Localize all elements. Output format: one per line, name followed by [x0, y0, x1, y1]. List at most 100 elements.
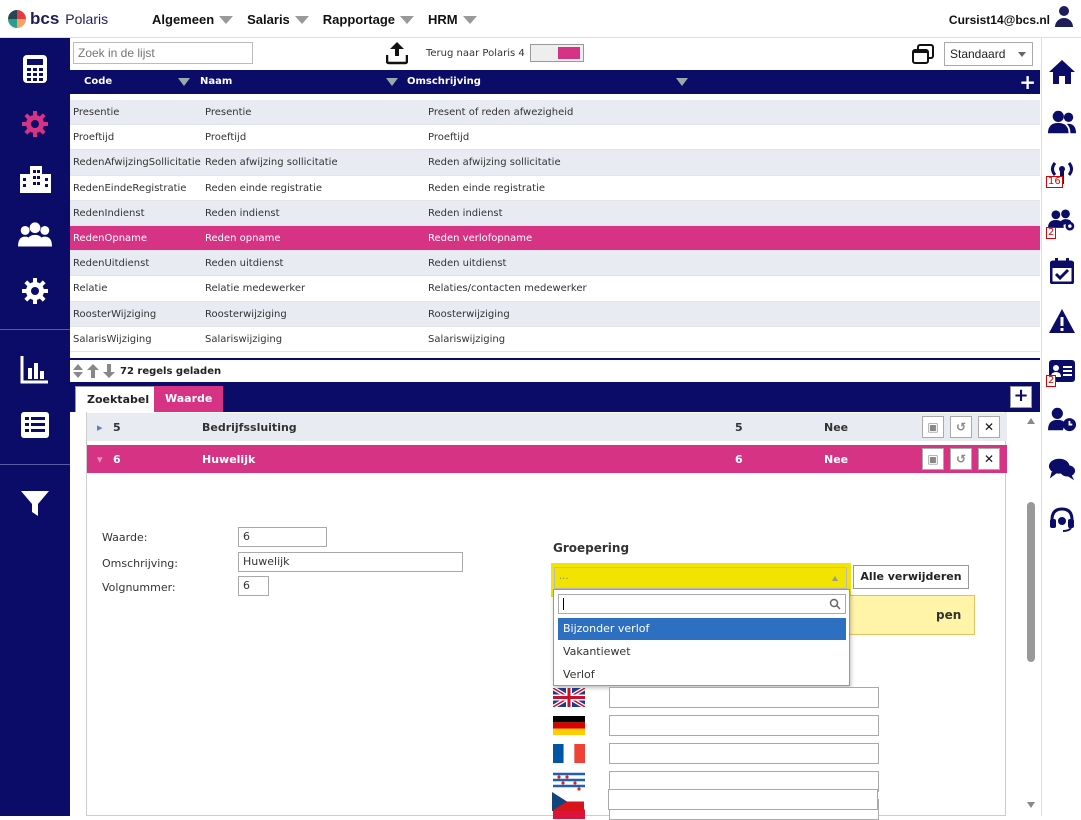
close-button[interactable]: ✕	[978, 416, 1000, 438]
rows-loaded-status: 72 regels geladen	[120, 366, 222, 377]
chevron-up-icon	[832, 576, 838, 581]
detail-scrollbar[interactable]	[1024, 414, 1038, 814]
menu-algemeen[interactable]: Algemeen	[152, 12, 234, 27]
warning-icon[interactable]	[1048, 307, 1076, 335]
collapse-icon[interactable]: ▾	[97, 453, 103, 466]
menu-rapportage[interactable]: Rapportage	[323, 12, 415, 27]
column-omschrijving[interactable]: Omschrijving	[407, 76, 481, 87]
dropdown-option[interactable]: Verlof	[558, 664, 846, 686]
calculator-icon[interactable]	[18, 52, 52, 86]
save-button[interactable]: ▣	[922, 448, 944, 470]
expand-icon[interactable]: ▸	[97, 421, 103, 434]
chevron-down-icon	[294, 15, 309, 24]
filter-icon[interactable]	[18, 486, 52, 520]
volgnummer-input[interactable]: 6	[238, 576, 269, 596]
dropdown-search-input[interactable]	[558, 594, 846, 614]
nav-divider	[0, 329, 70, 330]
alle-verwijderen-button[interactable]: Alle verwijderen	[853, 565, 969, 589]
users-icon[interactable]	[1048, 108, 1076, 136]
table-row[interactable]: RedenUitdienst Reden uitdienst Reden uitdi…	[70, 251, 1040, 277]
chat-icon[interactable]	[1048, 455, 1076, 483]
users-icon[interactable]	[18, 217, 52, 251]
upload-icon[interactable]	[385, 41, 409, 65]
czech-flag-icon	[552, 792, 584, 811]
add-tab-button[interactable]: +	[1010, 386, 1032, 408]
home-icon[interactable]	[1048, 58, 1076, 86]
table-row[interactable]: Presentie Presentie Present of reden afwez…	[70, 100, 1040, 126]
undo-button[interactable]: ↺	[950, 416, 972, 438]
close-button[interactable]: ✕	[978, 448, 1000, 470]
tab-waarde[interactable]: Waarde	[154, 386, 224, 412]
headset-icon[interactable]	[1048, 505, 1076, 533]
menu-hrm[interactable]: HRM	[428, 12, 477, 27]
dropdown-option[interactable]: Bijzonder verlof	[558, 618, 846, 640]
table-row[interactable]: SalarisWijziging Salariswijziging Salarisw…	[70, 327, 1040, 352]
waarde-input[interactable]: 6	[238, 527, 327, 547]
add-row-button[interactable]: +	[1019, 70, 1036, 94]
antenna-badge: 16	[1046, 176, 1063, 188]
chart-icon[interactable]	[18, 352, 52, 386]
sort-naam-icon[interactable]	[386, 78, 398, 86]
main-content: Terug naar Polaris 4 Standaard Code Naam…	[70, 38, 1040, 820]
column-code[interactable]: Code	[84, 76, 112, 87]
calendar-check-icon[interactable]	[1048, 257, 1076, 285]
polaris4-toggle[interactable]	[530, 44, 584, 62]
bcs-polaris-logo[interactable]: bcs Polaris	[8, 9, 108, 29]
german-flag-icon	[553, 716, 585, 735]
value-row[interactable]: ▸ 5 Bedrijfssluiting 5 Nee ▣ ↺ ✕	[87, 413, 1007, 441]
table-row[interactable]: Proeftijd Proeftijd Proeftijd	[70, 125, 1040, 151]
contact-card-badge: 2	[1046, 375, 1057, 387]
omschrijving-input[interactable]: Huwelijk	[238, 552, 463, 572]
view-select[interactable]: Standaard	[944, 42, 1033, 66]
table-row[interactable]: RedenAfwijzingSollicitatie Reden afwijzin…	[70, 150, 1040, 176]
translation-de-input[interactable]	[609, 715, 879, 736]
list-icon[interactable]	[18, 408, 52, 442]
top-menu: Algemeen Salaris Rapportage HRM	[152, 12, 477, 27]
user-icon[interactable]	[1055, 6, 1073, 28]
table-row[interactable]: Relatie Relatie medewerker Relaties/contac…	[70, 276, 1040, 302]
table-row[interactable]: RoosterWijziging Roosterwijziging Roosterw…	[70, 301, 1040, 327]
nav-divider	[0, 464, 70, 465]
french-flag-icon	[553, 744, 585, 763]
volgnummer-label: Volgnummer:	[102, 581, 176, 594]
notice-box: pen	[847, 595, 975, 635]
value-row-selected[interactable]: ▾ 6 Huwelijk 6 Nee ▣ ↺ ✕	[87, 445, 1007, 473]
user-email[interactable]: Cursist14@bcs.nl	[949, 13, 1050, 27]
sort-omschrijving-icon[interactable]	[676, 78, 688, 86]
translation-cs-input[interactable]	[608, 789, 878, 810]
chevron-down-icon	[219, 15, 234, 24]
translation-fr-input[interactable]	[609, 743, 879, 764]
resize-arrows-icon[interactable]	[73, 364, 117, 378]
detail-panel: ▸ 5 Bedrijfssluiting 5 Nee ▣ ↺ ✕ ▾ 6 Huw…	[86, 412, 1007, 820]
menu-salaris[interactable]: Salaris	[247, 12, 309, 27]
scroll-up-icon[interactable]	[1027, 418, 1035, 424]
sort-code-icon[interactable]	[178, 78, 190, 86]
settings-gear-icon[interactable]	[18, 274, 52, 308]
data-grid: Presentie Presentie Present of reden afwez…	[70, 100, 1040, 352]
chevron-down-icon	[1018, 52, 1026, 57]
search-icon	[829, 598, 841, 610]
chevron-down-icon	[462, 15, 477, 24]
save-button[interactable]: ▣	[922, 416, 944, 438]
groepering-combobox[interactable]: ...	[554, 567, 847, 589]
scroll-down-icon[interactable]	[1027, 802, 1035, 808]
user-clock-icon[interactable]	[1048, 405, 1076, 433]
search-input[interactable]	[73, 42, 253, 64]
groepering-label: Groepering	[553, 541, 630, 555]
terug-label: Terug naar Polaris 4	[426, 48, 525, 59]
table-row-selected[interactable]: RedenOpname Reden opname Reden verlofopnam…	[70, 225, 1040, 252]
translation-en-input[interactable]	[609, 687, 879, 708]
uk-flag-icon	[553, 688, 585, 707]
table-row[interactable]: RedenEindeRegistratie Reden einde registr…	[70, 176, 1040, 201]
undo-button[interactable]: ↺	[950, 448, 972, 470]
column-naam[interactable]: Naam	[200, 76, 232, 87]
scroll-thumb[interactable]	[1027, 502, 1035, 662]
windows-icon[interactable]	[912, 44, 934, 64]
toolbar: Terug naar Polaris 4 Standaard	[70, 38, 1040, 70]
table-row[interactable]: RedenIndienst Reden indienst Reden indiens…	[70, 200, 1040, 226]
right-bar: 16 2 2	[1041, 38, 1081, 816]
dropdown-option[interactable]: Vakantiewet	[558, 641, 846, 663]
tab-zoektabel[interactable]: Zoektabel	[75, 386, 162, 412]
building-icon[interactable]	[18, 162, 52, 196]
gear-icon[interactable]	[18, 107, 52, 141]
